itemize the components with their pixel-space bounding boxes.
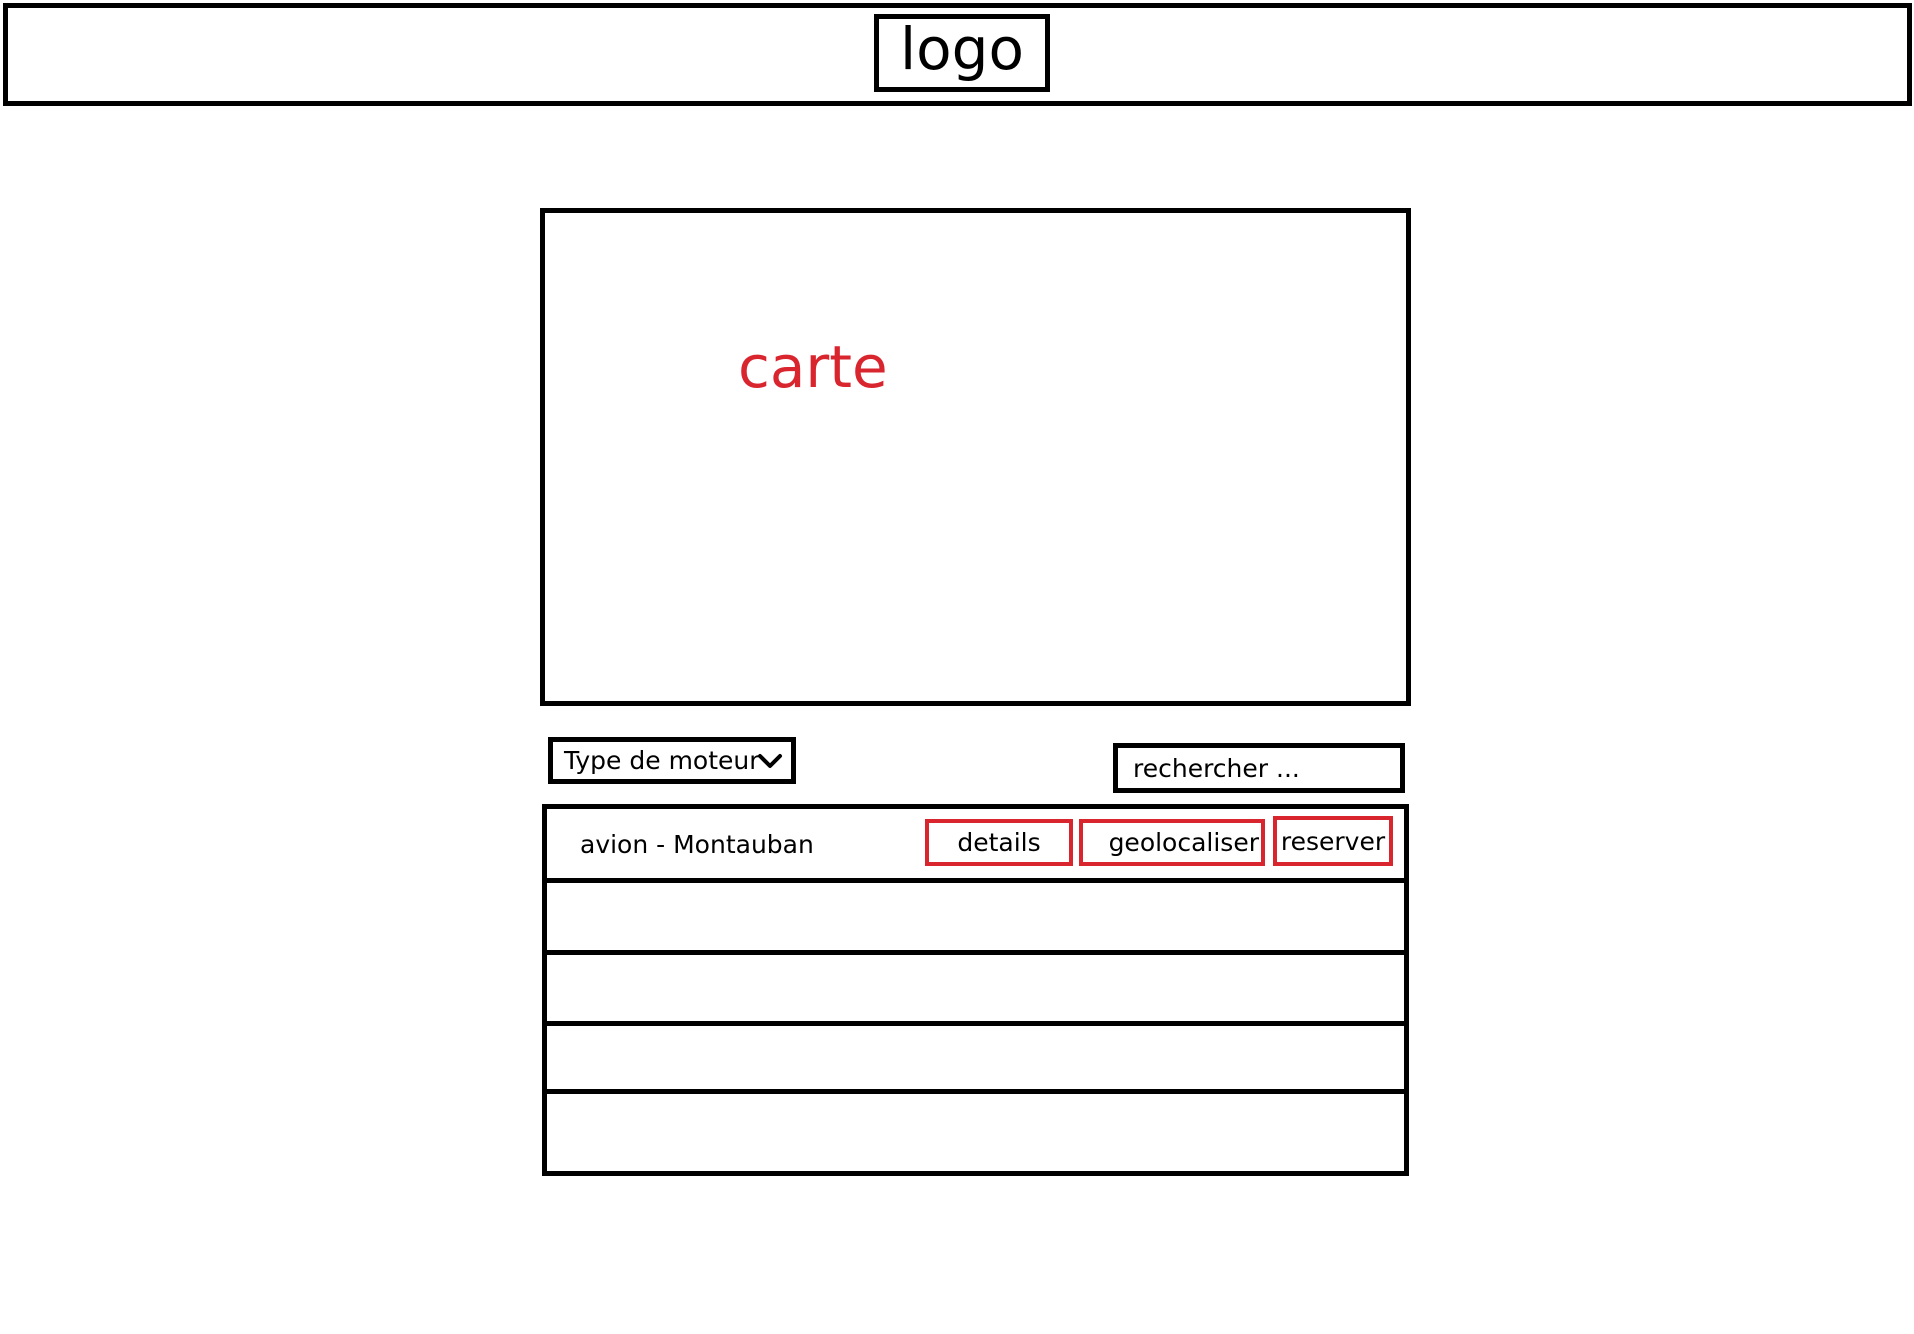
row-divider xyxy=(547,878,1404,883)
geolocate-button-label: geolocaliser xyxy=(1108,828,1259,857)
geolocate-button[interactable]: geolocaliser xyxy=(1079,819,1265,866)
map-label: carte xyxy=(738,333,888,401)
reserve-button-label: reserver xyxy=(1280,826,1386,856)
row-divider xyxy=(547,950,1404,955)
row-divider xyxy=(547,1021,1404,1026)
engine-type-label: Type de moteur xyxy=(564,746,760,775)
details-button[interactable]: details xyxy=(925,819,1073,866)
map-area[interactable] xyxy=(540,208,1411,706)
row-divider xyxy=(547,1089,1404,1094)
engine-type-select[interactable]: Type de moteur xyxy=(548,737,796,784)
list-item-title: avion - Montauban xyxy=(580,830,814,859)
reserve-button[interactable]: reserver xyxy=(1273,816,1393,866)
logo[interactable]: logo xyxy=(874,14,1050,92)
logo-text: logo xyxy=(900,15,1024,83)
search-input[interactable] xyxy=(1113,743,1405,793)
chevron-down-icon xyxy=(758,754,782,768)
details-button-label: details xyxy=(957,828,1041,857)
